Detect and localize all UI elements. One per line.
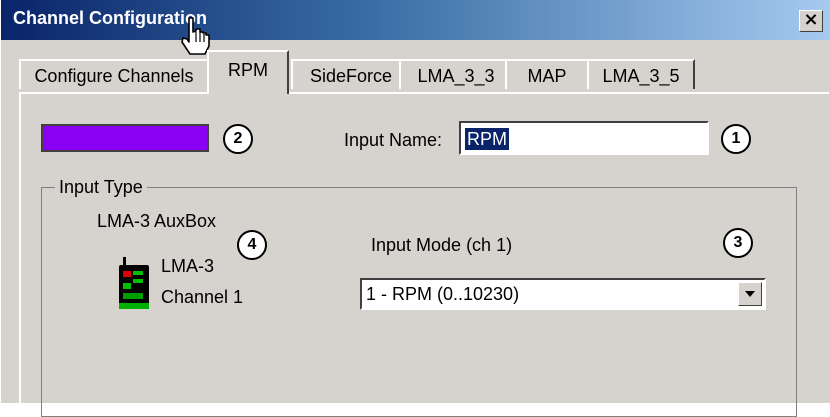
window-title: Channel Configuration (13, 8, 207, 28)
callout-badge-4: 4 (237, 230, 267, 260)
tab-strip: Configure Channels RPM SideForce LMA_3_3… (19, 50, 819, 94)
tab-lma-3-3[interactable]: LMA_3_3 (399, 59, 513, 89)
lma-3-device-icon (119, 257, 149, 309)
tab-sideforce[interactable]: SideForce (291, 59, 411, 89)
device-channel: Channel 1 (161, 287, 244, 307)
channel-color-swatch[interactable] (41, 124, 209, 152)
input-type-group-label: Input Type (55, 177, 147, 198)
input-mode-label: Input Mode (ch 1) (371, 235, 513, 255)
device-name: LMA-3 (161, 256, 215, 276)
title-bar[interactable]: Channel Configuration × (1, 0, 830, 40)
input-mode-select[interactable]: 1 - RPM (0..10230) (360, 278, 766, 310)
input-mode-value: 1 - RPM (0..10230) (366, 284, 520, 304)
close-button[interactable]: × (799, 10, 823, 32)
input-name-label: Input Name: (344, 130, 443, 150)
device-label: LMA-3 AuxBox (97, 211, 217, 231)
callout-badge-3: 3 (723, 228, 753, 258)
channel-configuration-dialog: Channel Configuration × Configure Channe… (0, 0, 830, 417)
callout-badge-1: 1 (721, 124, 751, 154)
input-name-field[interactable]: RPM (459, 121, 709, 155)
chevron-down-icon[interactable] (738, 282, 762, 306)
tab-lma-3-5[interactable]: LMA_3_5 (587, 59, 695, 89)
tab-rpm[interactable]: RPM (207, 50, 289, 94)
input-name-value: RPM (465, 128, 509, 150)
callout-badge-2: 2 (223, 124, 253, 154)
tab-map[interactable]: MAP (505, 59, 589, 89)
tab-configure-channels[interactable]: Configure Channels (19, 59, 209, 89)
